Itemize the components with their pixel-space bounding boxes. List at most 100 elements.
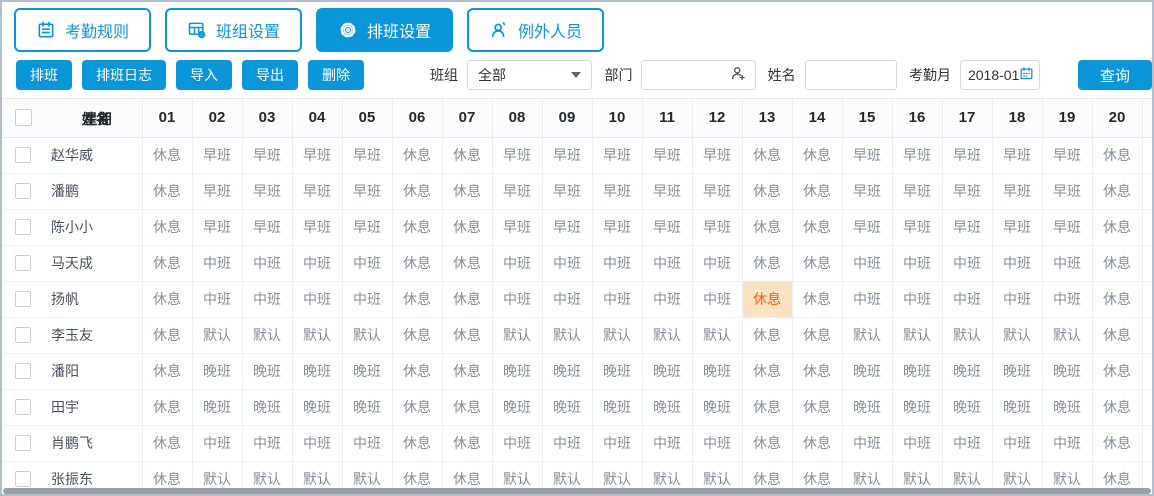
shift-cell[interactable]: 休息 (742, 281, 792, 317)
shift-cell[interactable]: 早班 (842, 137, 892, 173)
shift-cell[interactable]: 休息 (1092, 137, 1142, 173)
shift-cell[interactable]: 默认 (892, 317, 942, 353)
shift-cell[interactable]: 早班 (992, 173, 1042, 209)
row-checkbox[interactable] (15, 363, 31, 379)
shift-cell[interactable]: 休息 (442, 353, 492, 389)
tab-shift-settings[interactable]: 排班设置 (316, 8, 453, 52)
shift-cell[interactable]: 早班 (542, 173, 592, 209)
shift-cell[interactable]: 休息 (142, 389, 192, 425)
shift-cell[interactable]: 晚班 (492, 389, 542, 425)
shift-cell[interactable]: 中班 (942, 245, 992, 281)
shift-cell[interactable]: 早班 (492, 173, 542, 209)
shift-cell[interactable]: 中班 (492, 245, 542, 281)
shift-cell[interactable]: 早班 (342, 209, 392, 245)
shift-cell[interactable]: 中班 (342, 425, 392, 461)
shift-cell[interactable]: 早班 (642, 137, 692, 173)
shift-cell[interactable]: 休息 (1092, 209, 1142, 245)
shift-cell[interactable]: 晚班 (842, 389, 892, 425)
shift-cell[interactable]: 早班 (242, 137, 292, 173)
shift-cell[interactable]: 休息 (392, 245, 442, 281)
shift-cell[interactable]: 早班 (892, 173, 942, 209)
shift-cell[interactable]: 中班 (992, 281, 1042, 317)
shift-cell[interactable]: 晚班 (192, 353, 242, 389)
horizontal-scrollbar[interactable] (3, 488, 1151, 494)
shift-cell[interactable]: 中班 (192, 425, 242, 461)
shift-cell[interactable]: 早班 (642, 209, 692, 245)
shift-cell[interactable]: 晚班 (692, 353, 742, 389)
shift-cell[interactable]: 早班 (192, 137, 242, 173)
person-add-icon[interactable] (729, 64, 747, 87)
shift-cell[interactable]: 早班 (592, 137, 642, 173)
shift-cell[interactable]: 默认 (592, 317, 642, 353)
shift-cell[interactable]: 早班 (192, 209, 242, 245)
shift-cell[interactable]: 早班 (992, 137, 1042, 173)
tab-attendance-rules[interactable]: 考勤规则 (14, 8, 151, 52)
row-checkbox[interactable] (15, 291, 31, 307)
shift-cell[interactable]: 中班 (692, 425, 742, 461)
shift-cell[interactable]: 中班 (942, 425, 992, 461)
shift-cell[interactable]: 休息 (142, 425, 192, 461)
shift-cell[interactable]: 早班 (292, 209, 342, 245)
shift-cell[interactable]: 晚班 (1042, 353, 1092, 389)
shift-cell[interactable]: 早班 (492, 209, 542, 245)
shift-cell[interactable]: 休息 (392, 137, 442, 173)
shift-cell[interactable]: 休息 (442, 245, 492, 281)
shift-cell[interactable]: 休息 (792, 209, 842, 245)
shift-cell[interactable]: 休息 (392, 209, 442, 245)
shift-cell[interactable]: 休息 (442, 209, 492, 245)
shift-cell[interactable]: 中班 (242, 281, 292, 317)
shift-cell[interactable]: 默认 (342, 317, 392, 353)
shift-cell[interactable]: 中班 (592, 245, 642, 281)
shift-cell[interactable]: 中班 (342, 245, 392, 281)
shift-cell[interactable]: 休息 (742, 389, 792, 425)
shift-cell[interactable]: 晚班 (842, 353, 892, 389)
shift-cell[interactable]: 休息 (142, 317, 192, 353)
shift-cell[interactable]: 早班 (892, 209, 942, 245)
shift-cell[interactable]: 休息 (442, 281, 492, 317)
shift-cell[interactable]: 中班 (892, 425, 942, 461)
row-checkbox[interactable] (15, 255, 31, 271)
shift-cell[interactable]: 中班 (842, 281, 892, 317)
shift-cell[interactable]: 晚班 (292, 353, 342, 389)
shift-cell[interactable]: 休息 (792, 137, 842, 173)
shift-cell[interactable]: 中班 (942, 281, 992, 317)
shift-cell[interactable]: 早班 (292, 137, 342, 173)
shift-cell[interactable]: 默认 (542, 317, 592, 353)
shift-cell[interactable]: 休息 (742, 317, 792, 353)
shift-cell[interactable]: 中班 (992, 425, 1042, 461)
shift-cell[interactable]: 中班 (692, 281, 742, 317)
shift-cell[interactable]: 中班 (992, 245, 1042, 281)
shift-cell[interactable]: 早班 (192, 173, 242, 209)
shift-cell[interactable]: 中班 (642, 245, 692, 281)
shift-cell[interactable]: 默认 (492, 317, 542, 353)
row-checkbox[interactable] (15, 219, 31, 235)
shift-cell[interactable]: 早班 (942, 137, 992, 173)
shift-cell[interactable]: 休息 (1092, 245, 1142, 281)
shift-cell[interactable]: 休息 (742, 353, 792, 389)
shift-cell[interactable]: 中班 (1042, 281, 1092, 317)
schedule-button[interactable]: 排班 (16, 60, 72, 90)
shift-cell[interactable]: 早班 (292, 173, 342, 209)
shift-cell[interactable]: 晚班 (192, 389, 242, 425)
row-checkbox[interactable] (15, 327, 31, 343)
shift-cell[interactable]: 早班 (1042, 209, 1092, 245)
shift-cell[interactable]: 中班 (292, 425, 342, 461)
shift-cell[interactable]: 休息 (142, 173, 192, 209)
tab-team-settings[interactable]: 班组设置 (165, 8, 302, 52)
shift-cell[interactable]: 默认 (992, 317, 1042, 353)
shift-cell[interactable]: 休息 (1092, 281, 1142, 317)
shift-cell[interactable]: 晚班 (892, 353, 942, 389)
shift-cell[interactable]: 早班 (342, 137, 392, 173)
shift-cell[interactable]: 晚班 (542, 353, 592, 389)
shift-cell[interactable]: 休息 (392, 389, 442, 425)
shift-cell[interactable]: 早班 (692, 173, 742, 209)
shift-cell[interactable]: 中班 (292, 245, 342, 281)
shift-cell[interactable]: 休息 (1092, 317, 1142, 353)
shift-cell[interactable]: 晚班 (242, 389, 292, 425)
row-checkbox[interactable] (15, 399, 31, 415)
shift-cell[interactable]: 默认 (942, 317, 992, 353)
shift-cell[interactable]: 休息 (142, 245, 192, 281)
shift-cell[interactable]: 休息 (142, 353, 192, 389)
shift-cell[interactable]: 默认 (692, 317, 742, 353)
row-checkbox[interactable] (15, 147, 31, 163)
